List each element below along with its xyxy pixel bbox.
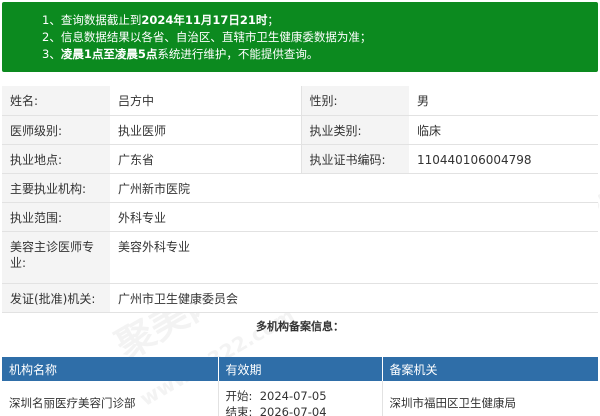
name-label: 姓名: [2,86,110,116]
notice-line-2: 2、信息数据结果以各省、自治区、直辖市卫生健康委数据为准； [42,30,372,44]
info-row: 执业范围: 外科专业 [2,202,598,232]
scope-value: 外科专业 [110,202,598,232]
institution-value: 广州新市医院 [110,173,598,203]
issuer-label: 发证(批准)机关: [2,283,110,313]
category-value: 临床 [409,115,598,145]
header-validity: 有效期 [218,357,383,381]
doctor-info-table: 姓名: 吕方中 性别: 男 医师级别: 执业医师 执业类别: 临床 执业地点: … [2,86,598,313]
gender-value: 男 [409,86,598,116]
institution-name: 深圳名丽医疗美容门诊部 [9,396,136,410]
cert-number-value: 110440106004798 [409,144,598,174]
validity-end: 结束: 2026-07-04 [225,405,327,416]
validity-start: 开始: 2024-07-05 [225,389,327,403]
info-row: 姓名: 吕方中 性别: 男 [2,86,598,116]
institution-label: 主要执业机构: [2,173,110,203]
scope-label: 执业范围: [2,202,110,232]
notice-line-1: 1、查询数据截止到2024年11月17日21时； [42,13,279,27]
info-row: 美容主诊医师专业: 美容外科专业 [2,231,598,284]
cosmetic-specialty-value: 美容外科专业 [110,231,598,284]
header-institution-name: 机构名称 [2,357,219,381]
location-label: 执业地点: [2,144,110,174]
category-label: 执业类别: [300,115,409,145]
info-row: 医师级别: 执业医师 执业类别: 临床 [2,115,598,145]
table-row: 深圳名丽医疗美容门诊部 开始: 2024-07-05 结束: 2026-07-0… [2,381,598,416]
multi-institution-title: 多机构备案信息： [256,320,344,333]
institution-table: 机构名称 有效期 备案机关 深圳名丽医疗美容门诊部 开始: 2024-07-05… [2,357,598,416]
gender-label: 性别: [300,86,409,116]
info-row: 发证(批准)机关: 广州市卫生健康委员会 [2,283,598,313]
level-label: 医师级别: [2,115,110,145]
level-value: 执业医师 [110,115,301,145]
notice-cutoff-time: 2024年11月17日21时 [141,13,268,27]
info-row: 执业地点: 广东省 执业证书编码: 110440106004798 [2,144,598,174]
table-header-row: 机构名称 有效期 备案机关 [2,357,598,381]
notice-maintenance-time: 凌晨1点至凌晨5点 [60,47,158,61]
name-value: 吕方中 [110,86,301,116]
notice-line-3: 3、凌晨1点至凌晨5点系统进行维护，不能提供查询。 [42,47,319,61]
cert-number-label: 执业证书编码: [300,144,409,174]
cosmetic-specialty-label: 美容主诊医师专业: [2,231,110,284]
location-value: 广东省 [110,144,301,174]
header-authority: 备案机关 [382,357,598,381]
issuer-value: 广州市卫生健康委员会 [110,283,598,313]
filing-authority: 深圳市福田区卫生健康局 [389,396,517,410]
query-notice: 1、查询数据截止到2024年11月17日21时； 2、信息数据结果以各省、自治区… [2,2,598,72]
info-row: 主要执业机构: 广州新市医院 [2,173,598,203]
